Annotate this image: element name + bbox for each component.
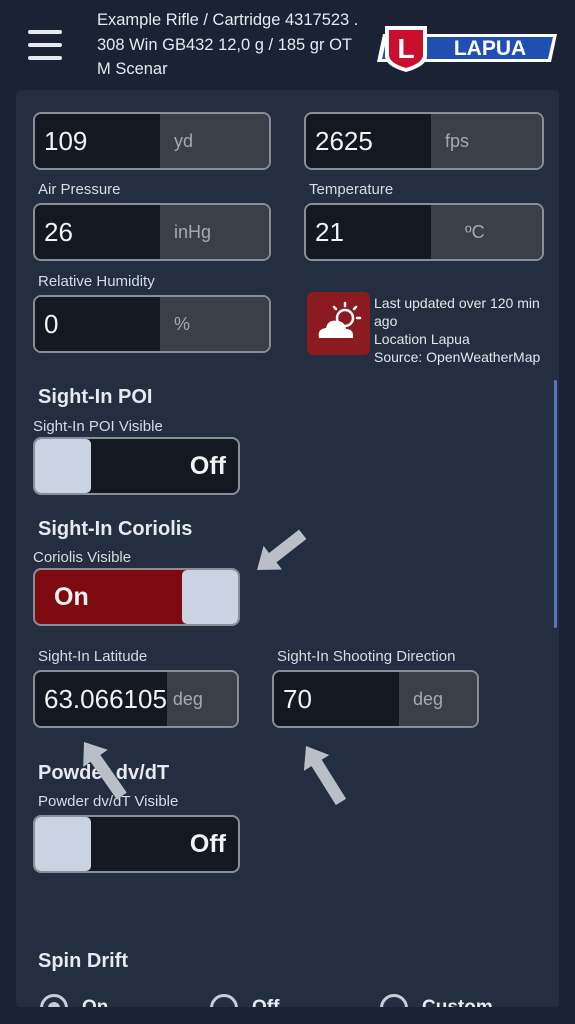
velocity-field[interactable]: 2625 fps [304,112,544,170]
weather-updated: Last updated over 120 min ago [374,295,540,329]
sight-in-direction-label: Sight-In Shooting Direction [277,648,456,665]
direction-value[interactable]: 70 [274,672,399,726]
sight-in-poi-heading: Sight-In POI [38,386,153,408]
air-pressure-unit: inHg [160,205,269,259]
range-unit: yd [160,114,269,168]
bottom-edge [0,1007,575,1024]
latitude-unit: deg [166,672,237,726]
air-pressure-value[interactable]: 26 [35,205,160,259]
latitude-value[interactable]: 63.066105 [35,672,167,726]
humidity-unit: % [160,297,269,351]
pointer-arrow-icon [303,746,347,806]
toggle-state: Off [189,829,226,858]
range-value[interactable]: 109 [35,114,160,168]
toggle-knob [182,570,238,624]
sight-in-poi-toggle[interactable]: Off [33,437,240,495]
toggle-state: Off [189,451,226,480]
sight-in-poi-visible-label: Sight-In POI Visible [33,418,163,435]
toggle-state: On [54,582,89,611]
velocity-unit: fps [431,114,542,168]
logo-letter: L [397,33,414,64]
logo-text: LAPUA [454,37,526,60]
temperature-field[interactable]: 21 ºC [304,203,544,261]
temperature-unit: ºC [431,205,542,259]
lapua-logo: L LAPUA [377,26,557,72]
pointer-arrow-icon [83,742,127,800]
humidity-label: Relative Humidity [38,273,155,290]
temperature-value[interactable]: 21 [306,205,431,259]
toggle-knob [35,439,91,493]
toggle-knob [35,817,91,871]
menu-icon[interactable] [28,30,62,60]
air-pressure-field[interactable]: 26 inHg [33,203,271,261]
app-header: Example Rifle / Cartridge 4317523 .308 W… [0,0,575,92]
powder-dvdt-toggle[interactable]: Off [33,815,240,873]
sight-in-latitude-label: Sight-In Latitude [38,648,148,665]
weather-status: Last updated over 120 min ago Location L… [374,294,544,366]
weather-location: Location Lapua [374,331,470,347]
weather-source: Source: OpenWeatherMap [374,349,541,365]
velocity-value[interactable]: 2625 [306,114,431,168]
pointer-arrow-icon [257,529,307,570]
direction-field[interactable]: 70 deg [272,670,479,728]
weather-partly-cloudy-icon[interactable] [307,292,370,355]
spin-drift-heading: Spin Drift [38,950,128,972]
air-pressure-label: Air Pressure [38,181,121,198]
rifle-cartridge-title: Example Rifle / Cartridge 4317523 .308 W… [97,11,359,78]
humidity-value[interactable]: 0 [35,297,160,351]
scrollbar[interactable] [554,380,557,628]
latitude-field[interactable]: 63.066105 deg [33,670,239,728]
direction-unit: deg [399,672,477,726]
coriolis-visible-label: Coriolis Visible [33,549,132,566]
sight-in-coriolis-heading: Sight-In Coriolis [38,518,193,540]
coriolis-toggle[interactable]: On [33,568,240,626]
temperature-label: Temperature [309,181,394,198]
humidity-field[interactable]: 0 % [33,295,271,353]
range-field[interactable]: 109 yd [33,112,271,170]
